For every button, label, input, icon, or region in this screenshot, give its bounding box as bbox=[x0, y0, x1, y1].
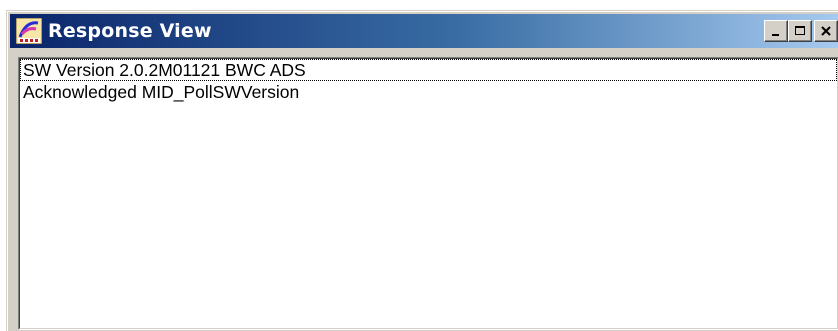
maximize-button[interactable] bbox=[788, 20, 812, 42]
minimize-icon bbox=[772, 34, 779, 36]
close-icon bbox=[821, 26, 831, 36]
minimize-button[interactable] bbox=[764, 20, 788, 42]
list-item[interactable]: Acknowledged MID_PollSWVersion bbox=[20, 81, 837, 103]
close-button[interactable] bbox=[814, 20, 838, 42]
window-title: Response View bbox=[48, 20, 212, 42]
app-logo-icon bbox=[16, 18, 42, 44]
title-bar[interactable]: Response View bbox=[10, 14, 838, 48]
list-item[interactable]: SW Version 2.0.2M01121 BWC ADS bbox=[20, 59, 837, 81]
response-list[interactable]: SW Version 2.0.2M01121 BWC ADS Acknowled… bbox=[20, 59, 837, 103]
response-view-window: Response View SW Version 2.0.2M01121 BWC… bbox=[6, 10, 838, 331]
window-controls bbox=[764, 20, 838, 42]
response-list-frame: SW Version 2.0.2M01121 BWC ADS Acknowled… bbox=[18, 57, 838, 330]
response-list-box[interactable]: SW Version 2.0.2M01121 BWC ADS Acknowled… bbox=[19, 58, 838, 329]
maximize-icon bbox=[795, 26, 805, 35]
